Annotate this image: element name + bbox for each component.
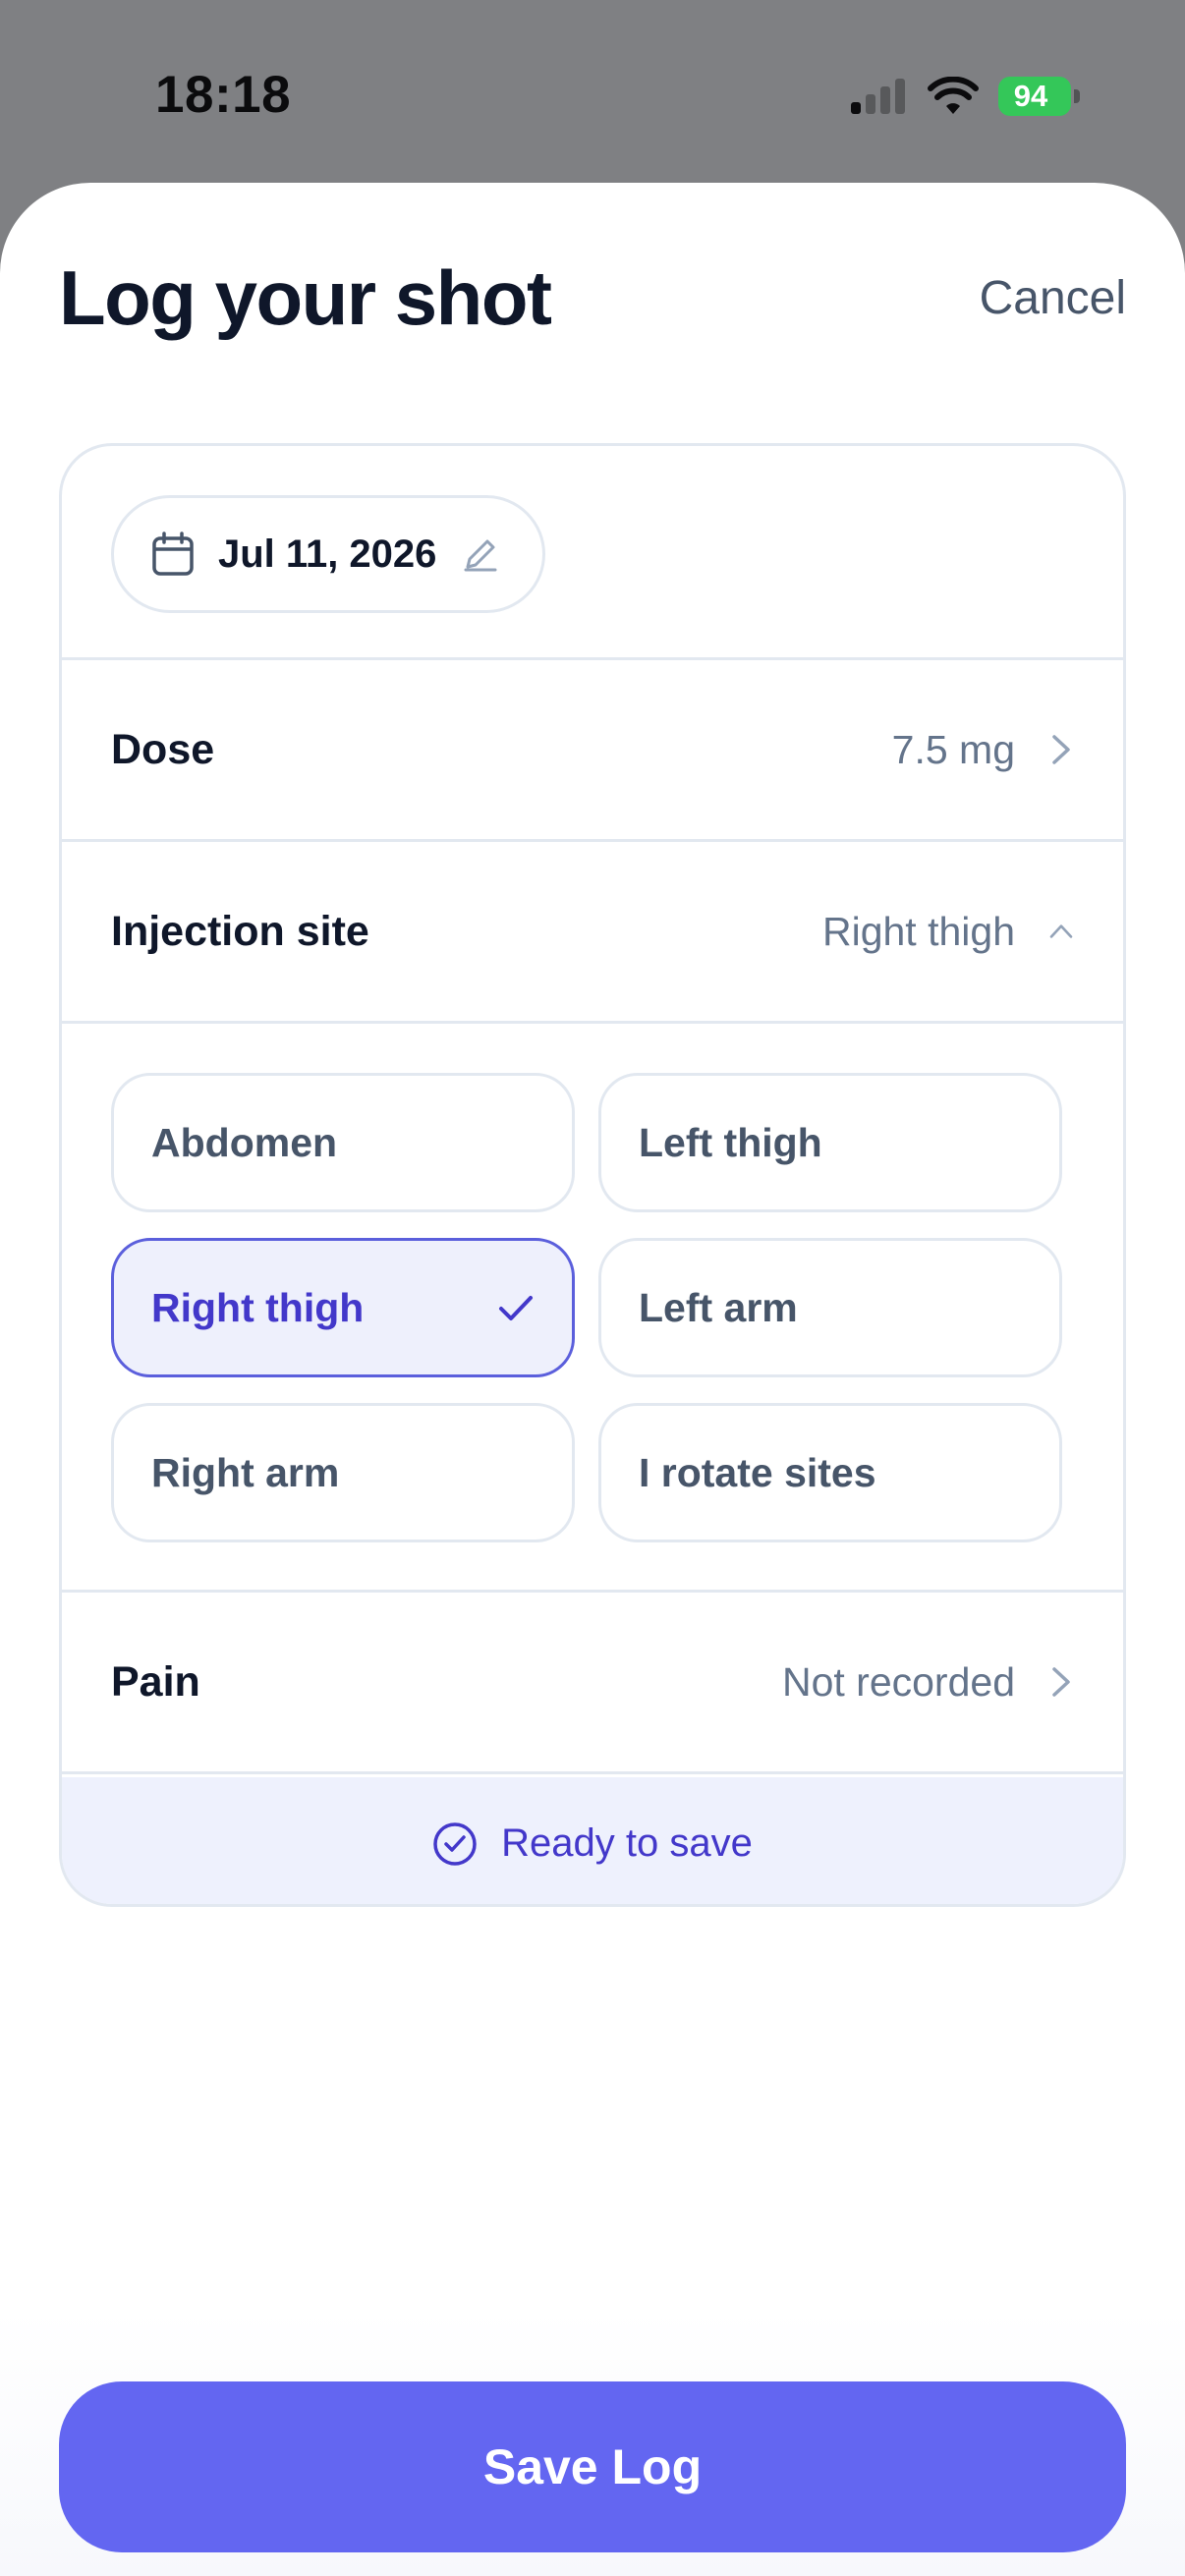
injection-site-value: Right thigh — [821, 908, 1015, 954]
site-option-right-thigh[interactable]: Right thigh — [111, 1238, 575, 1377]
date-picker-button[interactable]: Jul 11, 2026 — [111, 495, 545, 613]
cellular-signal-icon — [851, 79, 905, 114]
dose-value: 7.5 mg — [891, 726, 1015, 772]
wifi-icon — [928, 77, 979, 114]
site-option-abdomen[interactable]: Abdomen — [111, 1073, 575, 1212]
calendar-icon — [152, 532, 194, 576]
injection-site-label: Injection site — [111, 907, 369, 955]
chevron-right-icon — [1052, 735, 1070, 764]
checkmark-icon — [499, 1296, 533, 1320]
date-section: Jul 11, 2026 — [62, 446, 1123, 660]
injection-site-row[interactable]: Injection site Right thigh — [62, 842, 1123, 1024]
site-option-label: Right thigh — [151, 1284, 365, 1330]
page-title: Log your shot — [59, 254, 552, 341]
pain-label: Pain — [111, 1657, 200, 1706]
save-log-button[interactable]: Save Log — [59, 2381, 1126, 2552]
log-form-card: Jul 11, 2026 Dose 7.5 mg Injection site … — [59, 443, 1126, 1907]
date-value: Jul 11, 2026 — [218, 532, 437, 576]
dose-row[interactable]: Dose 7.5 mg — [62, 660, 1123, 842]
dose-label: Dose — [111, 725, 215, 773]
site-option-left-thigh[interactable]: Left thigh — [598, 1073, 1062, 1212]
chevron-up-icon — [1049, 924, 1073, 938]
status-bar: 18:18 94 — [0, 0, 1185, 183]
injection-site-options: Abdomen Left thigh Right thigh Left arm … — [62, 1024, 1123, 1593]
site-option-right-arm[interactable]: Right arm — [111, 1403, 575, 1542]
ready-status-text: Ready to save — [501, 1821, 753, 1865]
site-option-rotate-sites[interactable]: I rotate sites — [598, 1403, 1062, 1542]
site-option-left-arm[interactable]: Left arm — [598, 1238, 1062, 1377]
ready-status-banner: Ready to save — [62, 1777, 1123, 1904]
log-shot-sheet: Log your shot Cancel Jul 11, 2026 Dose 7… — [0, 183, 1185, 2576]
pain-row[interactable]: Pain Not recorded — [62, 1593, 1123, 1774]
battery-icon: 94 — [998, 77, 1081, 116]
cancel-button[interactable]: Cancel — [980, 271, 1126, 325]
pencil-icon — [464, 539, 497, 572]
chevron-right-icon — [1052, 1667, 1070, 1697]
check-circle-icon — [433, 1821, 477, 1866]
battery-cap — [1074, 89, 1080, 103]
battery-level: 94 — [998, 77, 1071, 116]
status-time: 18:18 — [155, 66, 292, 124]
pain-value: Not recorded — [781, 1658, 1015, 1705]
